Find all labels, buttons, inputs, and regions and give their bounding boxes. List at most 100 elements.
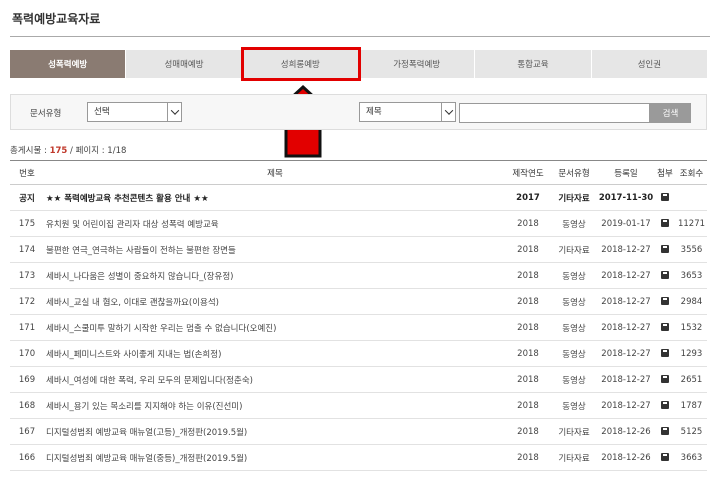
row-title-link[interactable]: 불편한 연극_연극하는 사람들이 전하는 불편한 장면들 [44,236,506,263]
row-attachment[interactable] [654,262,676,289]
summary-prefix: 총게시물 : [10,146,50,156]
save-icon[interactable] [661,323,669,331]
row-title-link[interactable]: 세바시_여성에 대한 폭력, 우리 모두의 문제입니다(정춘숙) [44,366,506,393]
row-year: 2018 [506,444,550,471]
chevron-down-icon [167,103,181,121]
row-year: 2018 [506,288,550,315]
row-type: 동영상 [550,366,598,393]
row-views: 3663 [676,444,707,471]
tab-domestic-violence-prevention[interactable]: 가정폭력예방 [358,50,476,78]
row-year: 2018 [506,314,550,341]
row-number: 170 [10,340,44,367]
row-attachment[interactable] [654,392,676,419]
row-number: 175 [10,210,44,237]
save-icon[interactable] [661,401,669,409]
row-title-link[interactable]: 세바시_페미니스트와 사이좋게 지내는 법(손희정) [44,340,506,367]
row-number: 166 [10,444,44,471]
row-number: 171 [10,314,44,341]
row-views: 3556 [676,236,707,263]
search-button[interactable]: 검색 [650,103,691,123]
row-attachment[interactable] [654,184,676,211]
row-year: 2018 [506,262,550,289]
row-year: 2018 [506,392,550,419]
row-views: 1787 [676,392,707,419]
save-icon[interactable] [661,375,669,383]
row-date: 2018-12-27 [598,366,654,393]
col-header-number: 번호 [10,160,44,185]
col-header-type: 문서유형 [550,160,598,185]
table-row[interactable]: 173 세바시_나다움은 성별이 중요하지 않습니다_(장유정) 2018 동영… [10,262,707,289]
tab-sexual-violence-prevention[interactable]: 성폭력예방 [10,50,127,78]
row-date: 2018-12-27 [598,340,654,367]
table-row[interactable]: 175 유치원 및 어린이집 관리자 대상 성폭력 예방교육 2018 동영상 … [10,210,707,237]
save-icon[interactable] [661,453,669,461]
row-attachment[interactable] [654,340,676,367]
table-row[interactable]: 169 세바시_여성에 대한 폭력, 우리 모두의 문제입니다(정춘숙) 201… [10,366,707,393]
row-views: 11271 [676,210,707,237]
tab-prostitution-prevention[interactable]: 성매매예방 [126,50,243,78]
save-icon[interactable] [661,245,669,253]
row-title-link[interactable]: 세바시_교실 내 혐오, 이대로 괜찮을까요(이용석) [44,288,506,315]
title-divider [10,36,710,37]
search-field-select[interactable]: 제목 [359,102,456,122]
col-header-year: 제작연도 [506,160,550,185]
save-icon[interactable] [661,271,669,279]
row-attachment[interactable] [654,210,676,237]
row-title-link[interactable]: 유치원 및 어린이집 관리자 대상 성폭력 예방교육 [44,210,506,237]
row-title-link[interactable]: 디지털성범죄 예방교육 매뉴얼(중등)_개정판(2019.5월) [44,444,506,471]
row-attachment[interactable] [654,418,676,445]
table-row[interactable]: 172 세바시_교실 내 혐오, 이대로 괜찮을까요(이용석) 2018 동영상… [10,288,707,315]
row-attachment[interactable] [654,314,676,341]
doc-type-select[interactable]: 선택 [87,102,182,122]
summary-suffix: / 페이지 : 1/18 [67,146,127,156]
table-row[interactable]: 174 불편한 연극_연극하는 사람들이 전하는 불편한 장면들 2018 기타… [10,236,707,263]
highlight-box [241,47,361,81]
row-title-link[interactable]: 디지털성범죄 예방교육 매뉴얼(고등)_개정판(2019.5월) [44,418,506,445]
tab-integrated-education[interactable]: 통합교육 [475,50,592,78]
row-date: 2018-12-27 [598,236,654,263]
row-views: 5125 [676,418,707,445]
table-row[interactable]: 공지 ★★ 폭력예방교육 추천콘텐츠 활용 안내 ★★ 2017 기타자료 20… [10,184,707,211]
row-type: 동영상 [550,392,598,419]
table-row[interactable]: 168 세바시_용기 있는 목소리를 지지해야 하는 이유(진선미) 2018 … [10,392,707,419]
save-icon[interactable] [661,219,669,227]
row-number: 169 [10,366,44,393]
row-date: 2018-12-27 [598,288,654,315]
row-title-link[interactable]: 세바시_스쿨미투 말하기 시작한 우리는 멈출 수 없습니다(오예진) [44,314,506,341]
table-row[interactable]: 171 세바시_스쿨미투 말하기 시작한 우리는 멈출 수 없습니다(오예진) … [10,314,707,341]
row-year: 2018 [506,366,550,393]
table-row[interactable]: 167 디지털성범죄 예방교육 매뉴얼(고등)_개정판(2019.5월) 201… [10,418,707,445]
table-row[interactable]: 166 디지털성범죄 예방교육 매뉴얼(중등)_개정판(2019.5월) 201… [10,444,707,471]
save-icon[interactable] [661,297,669,305]
row-number: 공지 [10,184,44,211]
row-title-link[interactable]: 세바시_나다움은 성별이 중요하지 않습니다_(장유정) [44,262,506,289]
row-views: 3653 [676,262,707,289]
col-header-attachment: 첨부 [654,160,676,185]
row-date: 2018-12-27 [598,314,654,341]
row-type: 동영상 [550,288,598,315]
search-panel: 문서유형 선택 제목 검색 [10,94,707,130]
row-date: 2018-12-26 [598,418,654,445]
row-attachment[interactable] [654,288,676,315]
post-summary: 총게시물 : 175 / 페이지 : 1/18 [10,144,126,156]
row-title-link[interactable]: 세바시_용기 있는 목소리를 지지해야 하는 이유(진선미) [44,392,506,419]
col-header-title: 제목 [44,160,506,185]
row-year: 2018 [506,418,550,445]
row-attachment[interactable] [654,366,676,393]
save-icon[interactable] [661,427,669,435]
row-number: 167 [10,418,44,445]
col-header-date: 등록일 [598,160,654,185]
table-row[interactable]: 170 세바시_페미니스트와 사이좋게 지내는 법(손희정) 2018 동영상 … [10,340,707,367]
search-input[interactable] [459,103,650,123]
row-type: 기타자료 [550,184,598,211]
row-year: 2017 [506,184,550,211]
row-views: 1293 [676,340,707,367]
row-year: 2018 [506,340,550,367]
table-header-row: 번호 제목 제작연도 문서유형 등록일 첨부 조회수 [10,160,707,185]
save-icon[interactable] [661,193,669,201]
row-title-link[interactable]: ★★ 폭력예방교육 추천콘텐츠 활용 안내 ★★ [44,184,506,211]
row-attachment[interactable] [654,444,676,471]
save-icon[interactable] [661,349,669,357]
row-attachment[interactable] [654,236,676,263]
tab-sexual-rights[interactable]: 성인권 [591,50,707,78]
